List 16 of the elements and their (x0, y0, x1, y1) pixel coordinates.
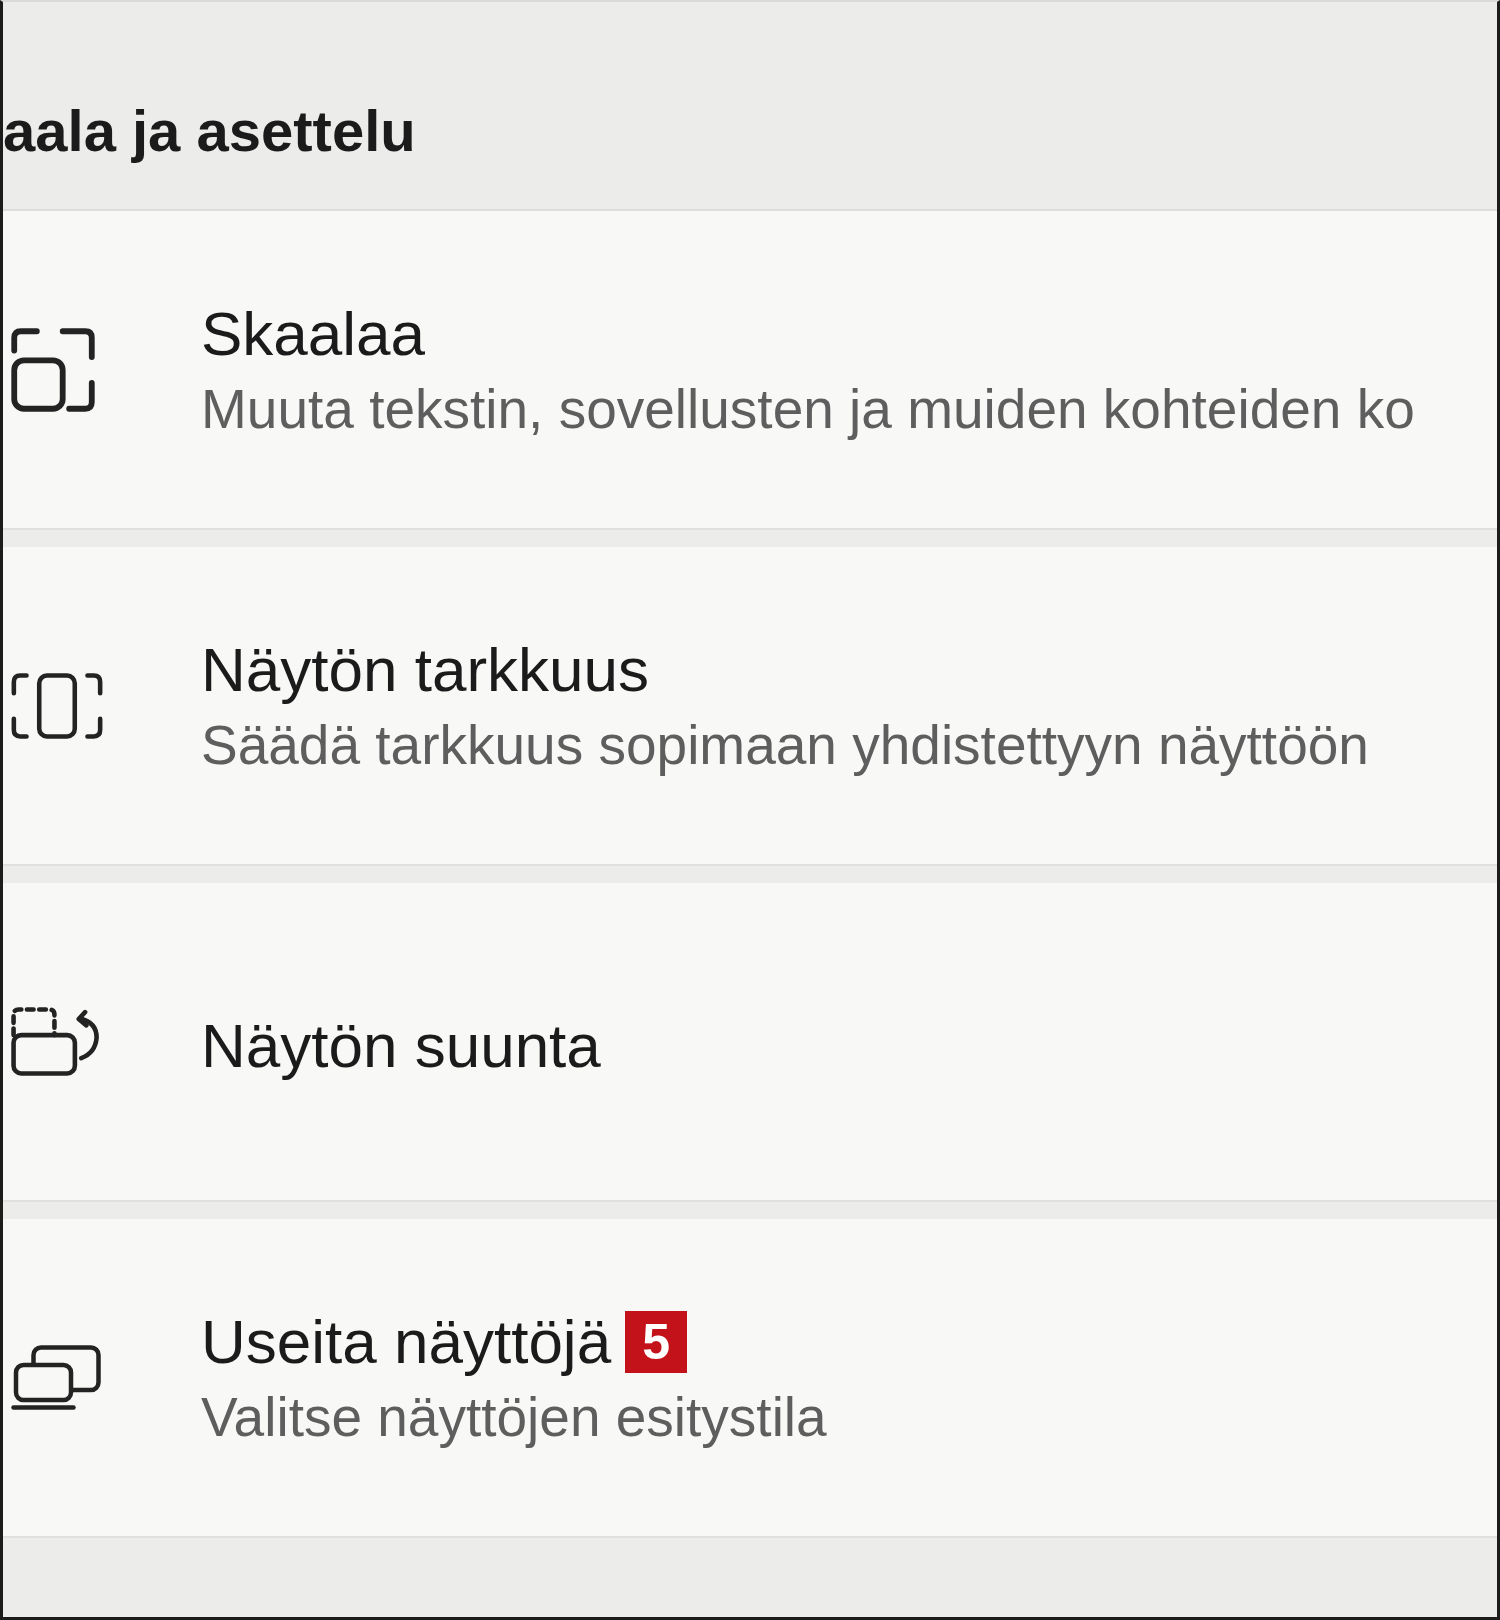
settings-row[interactable]: Skaalaa Muuta tekstin, sovellusten ja muiden kohteiden ko (3, 211, 1497, 530)
settings-row[interactable]: Näytön tarkkuus Säädä tarkkuus sopimaan yhdistettyyn näyttöön (3, 547, 1497, 866)
setting-title: Näytön tarkkuus (201, 634, 649, 707)
resolution-icon (11, 672, 103, 739)
number-badge: 5 (625, 1311, 688, 1374)
setting-description: Valitse näyttöjen esitystila (201, 1384, 827, 1450)
section-title: aala ja asettelu (3, 96, 416, 165)
setting-title: Näytön suunta (201, 1010, 601, 1083)
setting-title: Useita näyttöjä (201, 1306, 612, 1379)
monitors-icon (11, 1345, 101, 1410)
setting-description: Säädä tarkkuus sopimaan yhdistettyyn näyttöön (201, 712, 1369, 778)
setting-title: Skaalaa (201, 298, 426, 371)
settings-row[interactable]: Useita näyttöjä 5 Valitse näyttöjen esitystila (3, 1219, 1497, 1538)
settings-row[interactable]: Näytön suunta (3, 883, 1497, 1202)
setting-description: Muuta tekstin, sovellusten ja muiden kohteiden ko (201, 376, 1415, 442)
scale-icon (11, 327, 95, 412)
